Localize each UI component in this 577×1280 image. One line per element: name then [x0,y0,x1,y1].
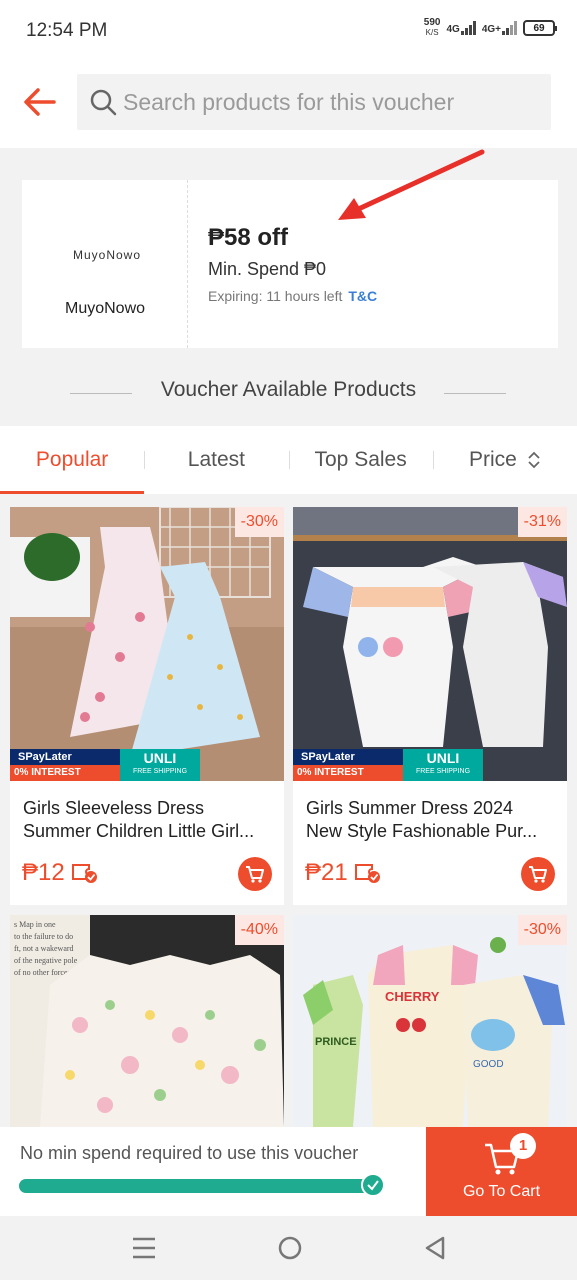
tab-top-sales[interactable]: Top Sales [288,426,433,494]
promo-strip: SPayLater 0% INTEREST UNLI FREE SHIPPING [10,749,284,781]
product-card[interactable]: CHERRY PRINCE GOOD -30% [293,915,567,1127]
spaylater-label: SPayLater [18,751,72,763]
product-card[interactable]: s Map in one to the failure to do ft, no… [10,915,284,1127]
tab-popular[interactable]: Popular [0,426,145,494]
discount-badge: -31% [517,507,567,537]
system-nav-bar [0,1216,577,1280]
tab-price[interactable]: Price [432,426,577,494]
product-title-line1: Girls Summer Dress 2024 [306,798,514,818]
product-card[interactable]: -31% SPayLater 0% INTEREST UNLI FREE SHIPP… [293,507,567,905]
product-title-line2: New Style Fashionable Pur... [306,821,538,841]
discount-badge: -40% [234,915,284,945]
cart-count-badge: 1 [510,1133,536,1159]
back-nav-icon[interactable] [423,1235,447,1261]
product-image: CHERRY PRINCE GOOD -30% [293,915,567,1127]
product-card[interactable]: -30% SPayLater 0% INTEREST UNLI FREE SHIPP… [10,507,284,905]
add-to-cart-button[interactable] [521,857,555,891]
svg-text:GOOD: GOOD [473,1059,504,1070]
interest-label: 0% INTEREST [10,765,120,781]
search-placeholder: Search products for this voucher [123,88,455,115]
arrow-left-icon [24,88,56,116]
product-image: s Map in one to the failure to do ft, no… [10,915,284,1127]
product-price: ₱12 [22,859,99,887]
menu-icon[interactable] [131,1236,157,1260]
product-title-line1: Girls Sleeveless Dress [23,798,205,818]
progress-fill [19,1173,385,1197]
go-to-cart-label: Go To Cart [462,1183,541,1200]
tab-popular-label: Popular [35,448,109,471]
voucher-ticket-icon [71,864,97,883]
free-shipping-label: FREE SHIPPING [132,768,188,775]
battery-icon: 69 [523,20,557,36]
tab-latest[interactable]: Latest [144,426,288,494]
unli-label: UNLI [143,750,177,766]
network-type-1: 4G [446,24,460,35]
check-icon [361,1173,385,1197]
sort-arrows-icon [528,452,540,469]
svg-text:of no other forces: of no other forces [14,968,71,977]
status-time: 12:54 PM [26,20,108,41]
discount-badge: -30% [234,507,284,537]
voucher-expiry: Expiring: 11 hours left T&C [208,288,377,304]
product-title: Girls Summer Dress 2024 New Style Fashio… [306,797,558,843]
shop-logo: MuyoNowo [72,248,142,262]
tab-price-label: Price [469,448,517,471]
progress-message: No min spend required to use this vouche… [20,1143,359,1163]
sort-tabs: Popular Latest Top Sales Price [0,426,577,494]
svg-text:CHERRY: CHERRY [385,989,440,1004]
section-title: Voucher Available Products [160,378,417,401]
net-speed-value: 590 [423,17,441,28]
network-type-2: 4G+ [481,24,501,35]
voucher-expiry-text: Expiring: 11 hours left [208,288,343,304]
svg-text:s Map in one: s Map in one [14,920,56,929]
discount-badge: -30% [517,915,567,945]
svg-text:PRINCE: PRINCE [315,1036,357,1048]
home-icon[interactable] [277,1235,303,1261]
svg-text:to the failure to do: to the failure to do [14,932,73,941]
search-input[interactable]: Search products for this voucher [77,74,551,130]
product-image: -31% SPayLater 0% INTEREST UNLI FREE SHIPP… [293,507,567,781]
product-price: ₱21 [305,859,382,887]
status-indicators: 590 K/S 4G 4G+ 69 [424,18,557,38]
battery-level: 69 [533,22,545,34]
product-price-value: ₱12 [22,859,65,886]
product-price-value: ₱21 [305,859,348,886]
product-title-line2: Summer Children Little Girl... [23,821,255,841]
product-title: Girls Sleeveless Dress Summer Children L… [23,797,275,843]
terms-link[interactable]: T&C [348,288,377,304]
status-bar: 12:54 PM 590 K/S 4G 4G+ 69 [0,0,577,62]
tab-top-sales-label: Top Sales [314,448,407,471]
search-icon [90,89,117,116]
divider-right [444,393,506,394]
voucher-amount: ₱58 off [208,224,289,251]
voucher-progress-bar: No min spend required to use this vouche… [0,1127,577,1216]
voucher-ticket-icon [354,864,380,883]
voucher-shop: MuyoNowo MuyoNowo [22,180,188,348]
interest-label: 0% INTEREST [293,765,403,781]
search-header: Search products for this voucher [0,62,577,148]
spaylater-label: SPayLater [301,751,355,763]
promo-strip: SPayLater 0% INTEREST UNLI FREE SHIPPING [293,749,567,781]
net-speed: 590 K/S [424,18,441,38]
add-to-cart-button[interactable] [238,857,272,891]
progress-track [19,1173,385,1197]
signal-icon-2: 4G+ [482,21,517,35]
cart-icon [529,866,547,883]
product-image: -30% SPayLater 0% INTEREST UNLI FREE SHIPP… [10,507,284,781]
voucher-min-spend: Min. Spend ₱0 [208,259,327,279]
tab-latest-label: Latest [187,448,245,471]
annotation-arrow-icon [338,149,485,220]
signal-icon: 4G [446,21,476,35]
back-button[interactable] [20,84,60,124]
cart-icon [246,866,264,883]
svg-text:of the negative pole: of the negative pole [14,956,78,965]
svg-text:ft, not a wakeward: ft, not a wakeward [14,944,74,953]
unli-label: UNLI [426,750,460,766]
shop-name: MuyoNowo [64,300,146,317]
go-to-cart-button[interactable]: 1 Go To Cart [426,1127,577,1216]
net-speed-unit: K/S [425,28,439,37]
free-shipping-label: FREE SHIPPING [415,768,471,775]
